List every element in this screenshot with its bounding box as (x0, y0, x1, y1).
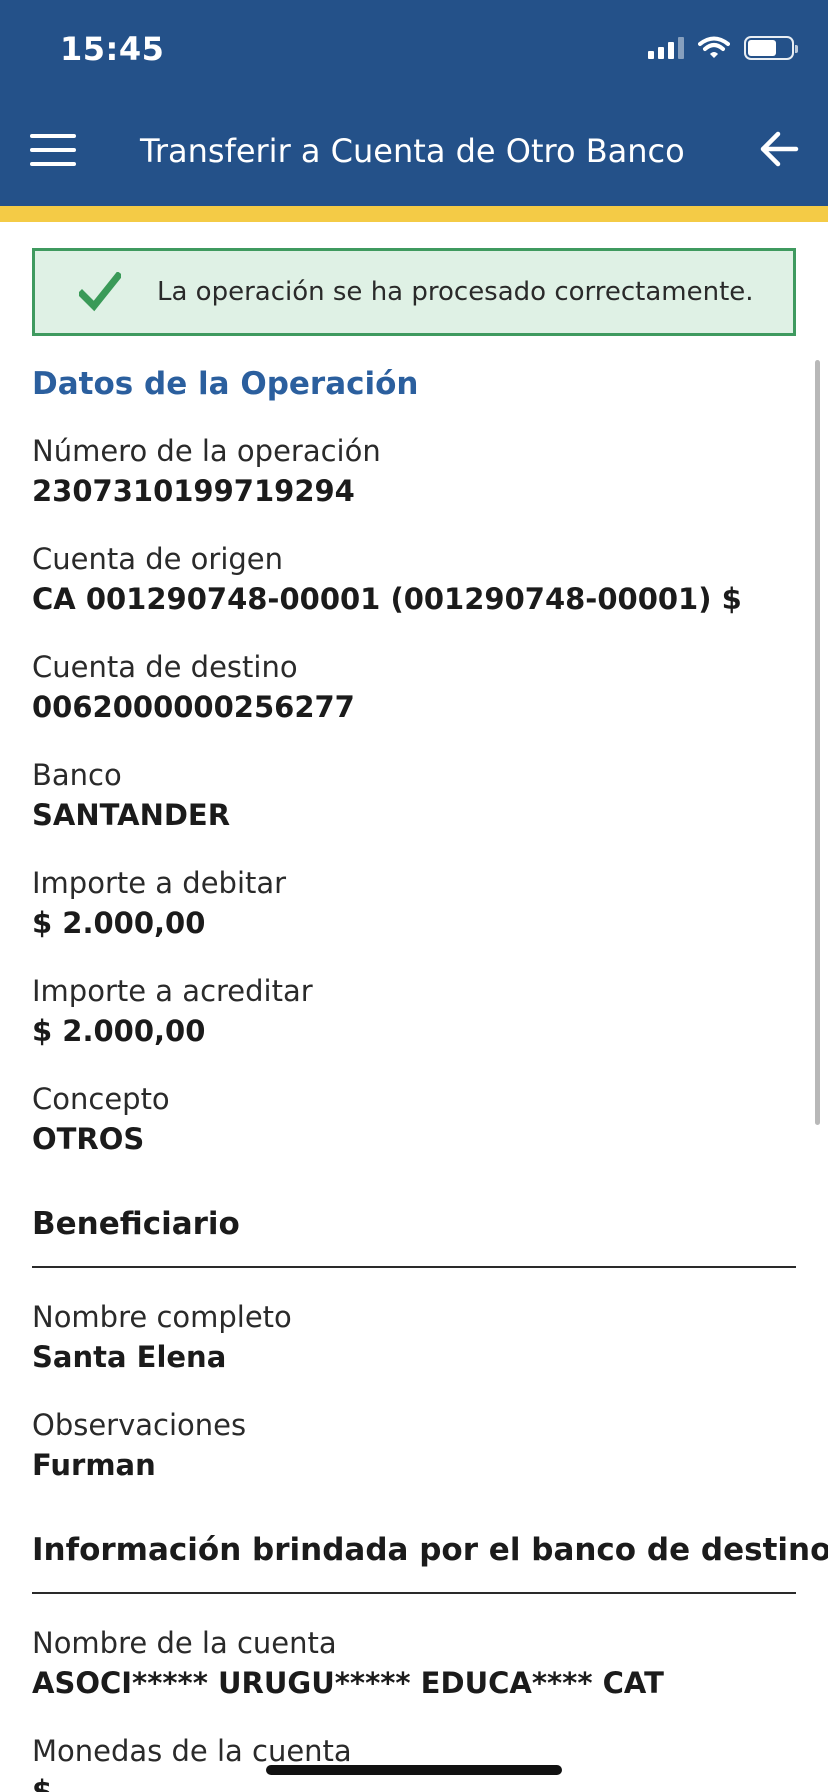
field-concept: Concepto OTROS (32, 1080, 796, 1158)
field-value: ASOCI***** URUGU***** EDUCA**** CAT (32, 1666, 664, 1700)
wifi-icon (698, 36, 730, 58)
home-indicator[interactable] (266, 1765, 562, 1775)
section-title-destination-bank: Información brindada por el banco de des… (32, 1532, 828, 1568)
status-time: 15:45 (60, 30, 165, 68)
success-message: La operación se ha procesado correctamen… (157, 277, 754, 307)
field-label: Número de la operación (32, 434, 381, 468)
field-debit-amount: Importe a debitar $ 2.000,00 (32, 864, 796, 942)
section-divider (32, 1592, 796, 1594)
field-label: Nombre completo (32, 1300, 292, 1334)
field-value: $ 2.000,00 (32, 906, 206, 940)
success-alert: La operación se ha procesado correctamen… (32, 248, 796, 336)
battery-icon (744, 36, 798, 60)
section-destination-bank-info: Información brindada por el banco de des… (32, 1530, 828, 1594)
field-label: Observaciones (32, 1408, 247, 1442)
field-value: SANTANDER (32, 798, 231, 832)
cellular-signal-icon (648, 37, 684, 59)
section-title-beneficiary: Beneficiario (32, 1206, 240, 1242)
field-full-name: Nombre completo Santa Elena (32, 1298, 796, 1376)
field-destination-account: Cuenta de destino 0062000000256277 (32, 648, 796, 726)
field-label: Importe a acreditar (32, 974, 313, 1008)
field-value: OTROS (32, 1122, 145, 1156)
section-divider (32, 1266, 796, 1268)
field-account-currencies: Monedas de la cuenta $ (32, 1732, 796, 1792)
field-observations: Observaciones Furman (32, 1406, 796, 1484)
field-value: Santa Elena (32, 1340, 227, 1374)
status-icons (648, 36, 798, 60)
arrow-left-icon[interactable] (756, 126, 802, 172)
field-label: Concepto (32, 1082, 170, 1116)
field-value: CA 001290748-00001 (001290748-00001) $ (32, 582, 742, 616)
field-label: Nombre de la cuenta (32, 1626, 337, 1660)
field-label: Cuenta de origen (32, 542, 284, 576)
scrollbar[interactable] (815, 360, 820, 1125)
field-value: $ 2.000,00 (32, 1014, 206, 1048)
section-beneficiary: Beneficiario (32, 1204, 796, 1268)
page-title: Transferir a Cuenta de Otro Banco (140, 132, 685, 170)
field-value: 0062000000256277 (32, 690, 355, 724)
field-label: Cuenta de destino (32, 650, 298, 684)
checkmark-icon (79, 272, 121, 312)
field-label: Importe a debitar (32, 866, 287, 900)
field-account-name: Nombre de la cuenta ASOCI***** URUGU****… (32, 1624, 796, 1702)
field-label: Banco (32, 758, 122, 792)
field-operation-number: Número de la operación 2307310199719294 (32, 432, 796, 510)
field-value: $ (32, 1774, 53, 1792)
field-value: 2307310199719294 (32, 474, 355, 508)
field-origin-account: Cuenta de origen CA 001290748-00001 (001… (32, 540, 796, 618)
field-bank: Banco SANTANDER (32, 756, 796, 834)
app-header: 15:45 Transferir a Cuenta de Otro Banco (0, 0, 828, 206)
header-accent-stripe (0, 206, 828, 222)
section-title-operation: Datos de la Operación (32, 366, 419, 402)
hamburger-menu-icon[interactable] (30, 134, 76, 166)
field-value: Furman (32, 1448, 156, 1482)
field-credit-amount: Importe a acreditar $ 2.000,00 (32, 972, 796, 1050)
operation-receipt: La operación se ha procesado correctamen… (32, 248, 828, 1792)
